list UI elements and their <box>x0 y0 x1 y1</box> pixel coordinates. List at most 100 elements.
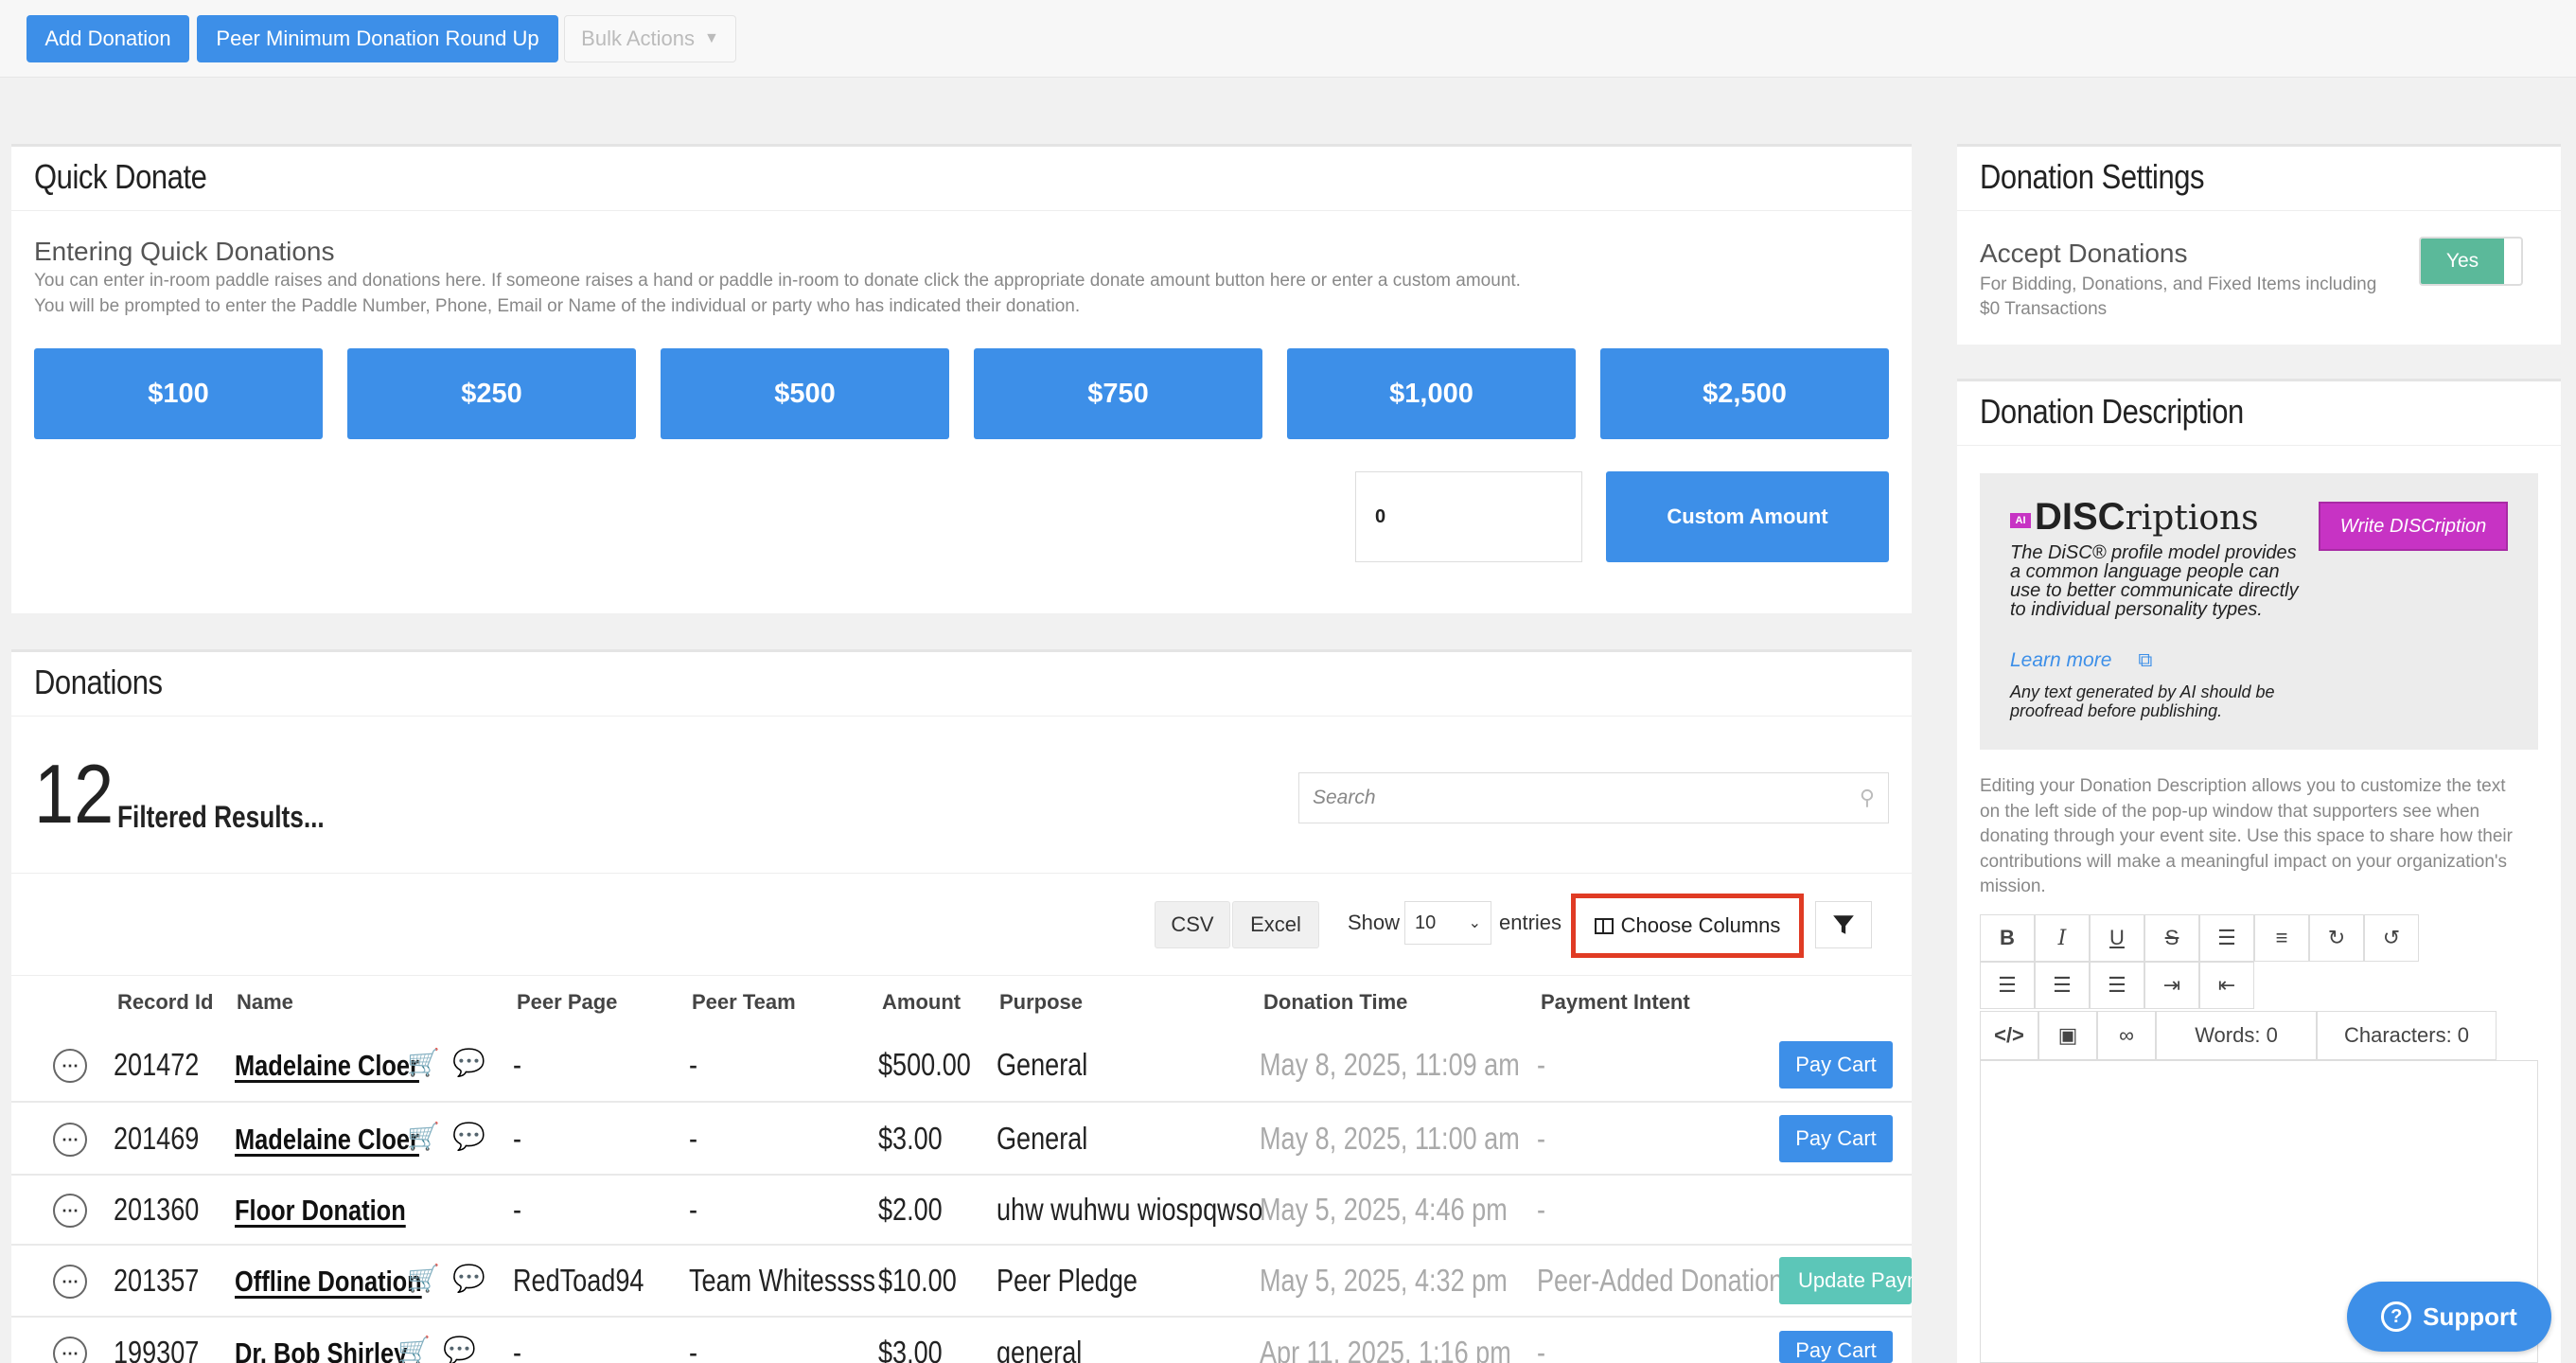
support-button[interactable]: ? Support <box>2347 1282 2551 1352</box>
bullet-list-icon[interactable]: ☰ <box>2199 914 2254 962</box>
row-actions-button[interactable]: ⋯ <box>53 1123 87 1157</box>
donate-100-button[interactable]: $100 <box>34 348 323 439</box>
cart-icon[interactable]: 🛒 <box>407 1263 440 1294</box>
row-actions-button[interactable]: ⋯ <box>53 1049 87 1083</box>
donations-title: Donations <box>34 663 163 701</box>
purpose: General <box>997 1047 1088 1082</box>
pay-cart-button[interactable]: Pay Cart <box>1779 1041 1893 1089</box>
numbered-list-icon[interactable]: ≡ <box>2254 914 2309 962</box>
brand-rest: riptions <box>2125 499 2259 538</box>
indent-icon[interactable]: ⇥ <box>2144 962 2199 1009</box>
align-left-icon[interactable]: ☰ <box>1980 962 2035 1009</box>
cart-icon[interactable]: 🛒 <box>407 1047 440 1078</box>
editor-toolbar-row-1: B I U S ☰ ≡ ↻ ↺ <box>1980 914 2419 962</box>
strikethrough-icon[interactable]: S <box>2144 914 2199 962</box>
record-id: 201360 <box>114 1192 200 1227</box>
peer-team: - <box>689 1335 698 1363</box>
pay-cart-button[interactable]: Pay Cart <box>1779 1331 1893 1363</box>
image-icon[interactable]: ▣ <box>2038 1011 2097 1060</box>
code-view-icon[interactable]: </> <box>1980 1011 2038 1060</box>
excel-button[interactable]: Excel <box>1232 901 1319 948</box>
bulk-actions-dropdown[interactable]: Bulk Actions ▼ <box>564 15 736 62</box>
row-divider <box>11 1244 1912 1246</box>
peer-page: - <box>513 1121 522 1156</box>
italic-icon[interactable]: I <box>2035 914 2090 962</box>
accept-donations-toggle[interactable]: Yes <box>2419 237 2523 286</box>
column-header-peer-team[interactable]: Peer Team <box>692 990 796 1015</box>
divider <box>11 873 1912 874</box>
column-header-record-id[interactable]: Record Id <box>117 990 213 1015</box>
divider <box>11 716 1912 717</box>
search-box[interactable]: Search ⚲ <box>1298 772 1889 823</box>
description-help-text: Editing your Donation Description allows… <box>1980 776 2513 897</box>
accept-donations-label: Accept Donations <box>1980 239 2188 268</box>
comment-icon[interactable]: 💬 <box>452 1263 485 1294</box>
row-actions-button[interactable]: ⋯ <box>53 1194 87 1228</box>
caret-down-icon: ▼ <box>704 30 719 46</box>
entries-select[interactable]: 10 ⌄ <box>1404 901 1491 945</box>
divider <box>11 975 1912 976</box>
cart-icon[interactable]: 🛒 <box>397 1335 431 1363</box>
accept-donations-desc-1: For Bidding, Donations, and Fixed Items … <box>1980 274 2377 294</box>
donor-name-link[interactable]: Dr. Bob Shirley <box>235 1336 407 1363</box>
custom-amount-button[interactable]: Custom Amount <box>1606 471 1889 562</box>
filtered-count: 12 <box>34 747 115 841</box>
row-divider <box>11 1316 1912 1318</box>
align-right-icon[interactable]: ☰ <box>2090 962 2144 1009</box>
pay-cart-button[interactable]: Pay Cart <box>1779 1115 1893 1162</box>
undo-icon[interactable]: ↺ <box>2364 914 2419 962</box>
donor-name-link[interactable]: Madelaine Cloer <box>235 1049 419 1083</box>
comment-icon[interactable]: 💬 <box>443 1335 476 1363</box>
discriptions-blurb: The DiSC® profile model provides a commo… <box>2010 542 2299 620</box>
row-actions-button[interactable]: ⋯ <box>53 1265 87 1299</box>
link-icon[interactable]: ∞ <box>2097 1011 2156 1060</box>
cart-icon[interactable]: 🛒 <box>407 1121 440 1152</box>
learn-more-label: Learn more <box>2010 649 2112 671</box>
donate-2500-button[interactable]: $2,500 <box>1600 348 1889 439</box>
peer-page: - <box>513 1192 522 1227</box>
align-center-icon[interactable]: ☰ <box>2035 962 2090 1009</box>
redo-icon[interactable]: ↻ <box>2309 914 2364 962</box>
purpose: General <box>997 1121 1088 1156</box>
comment-icon[interactable]: 💬 <box>452 1047 485 1078</box>
csv-button[interactable]: CSV <box>1155 901 1230 948</box>
editor-toolbar-row-2: ☰ ☰ ☰ ⇥ ⇤ <box>1980 962 2254 1009</box>
add-donation-button[interactable]: Add Donation <box>26 15 189 62</box>
choose-columns-label: Choose Columns <box>1620 913 1781 937</box>
column-header-donation-time[interactable]: Donation Time <box>1263 990 1407 1015</box>
choose-columns-button[interactable]: Choose Columns <box>1571 894 1804 958</box>
write-discription-button[interactable]: Write DISCription <box>2319 502 2508 551</box>
row-divider <box>11 1101 1912 1103</box>
filter-button[interactable] <box>1815 901 1872 948</box>
show-label: Show <box>1348 911 1401 934</box>
bold-icon[interactable]: B <box>1980 914 2035 962</box>
donate-1000-button[interactable]: $1,000 <box>1287 348 1576 439</box>
peer-round-up-button[interactable]: Peer Minimum Donation Round Up <box>197 15 558 62</box>
donation-time: May 8, 2025, 11:09 am <box>1260 1047 1520 1082</box>
donate-250-button[interactable]: $250 <box>347 348 636 439</box>
comment-icon[interactable]: 💬 <box>452 1121 485 1152</box>
amount: $3.00 <box>878 1121 943 1156</box>
column-header-peer-page[interactable]: Peer Page <box>517 990 617 1015</box>
donor-name-link[interactable]: Floor Donation <box>235 1194 406 1228</box>
donation-time: May 5, 2025, 4:32 pm <box>1260 1263 1508 1298</box>
donate-500-button[interactable]: $500 <box>661 348 949 439</box>
donor-name-link[interactable]: Madelaine Cloer <box>235 1123 419 1157</box>
bulk-actions-label: Bulk Actions <box>581 27 695 50</box>
underline-icon[interactable]: U <box>2090 914 2144 962</box>
record-id: 201472 <box>114 1047 200 1082</box>
donor-name-link[interactable]: Offline Donation <box>235 1265 422 1299</box>
column-header-purpose[interactable]: Purpose <box>999 990 1083 1015</box>
column-header-payment-intent[interactable]: Payment Intent <box>1541 990 1690 1015</box>
update-payment-button[interactable]: Update Payment <box>1779 1257 1912 1304</box>
donate-750-button[interactable]: $750 <box>974 348 1262 439</box>
learn-more-link[interactable]: Learn more ⧉ <box>2010 649 2152 672</box>
custom-amount-input[interactable]: 0 <box>1355 471 1582 562</box>
donation-description-title: Donation Description <box>1980 392 2244 431</box>
row-actions-button[interactable]: ⋯ <box>53 1336 87 1363</box>
donation-settings-title: Donation Settings <box>1980 157 2205 196</box>
column-header-name[interactable]: Name <box>237 990 293 1015</box>
quick-donate-title: Quick Donate <box>34 157 207 196</box>
outdent-icon[interactable]: ⇤ <box>2199 962 2254 1009</box>
column-header-amount[interactable]: Amount <box>882 990 961 1015</box>
